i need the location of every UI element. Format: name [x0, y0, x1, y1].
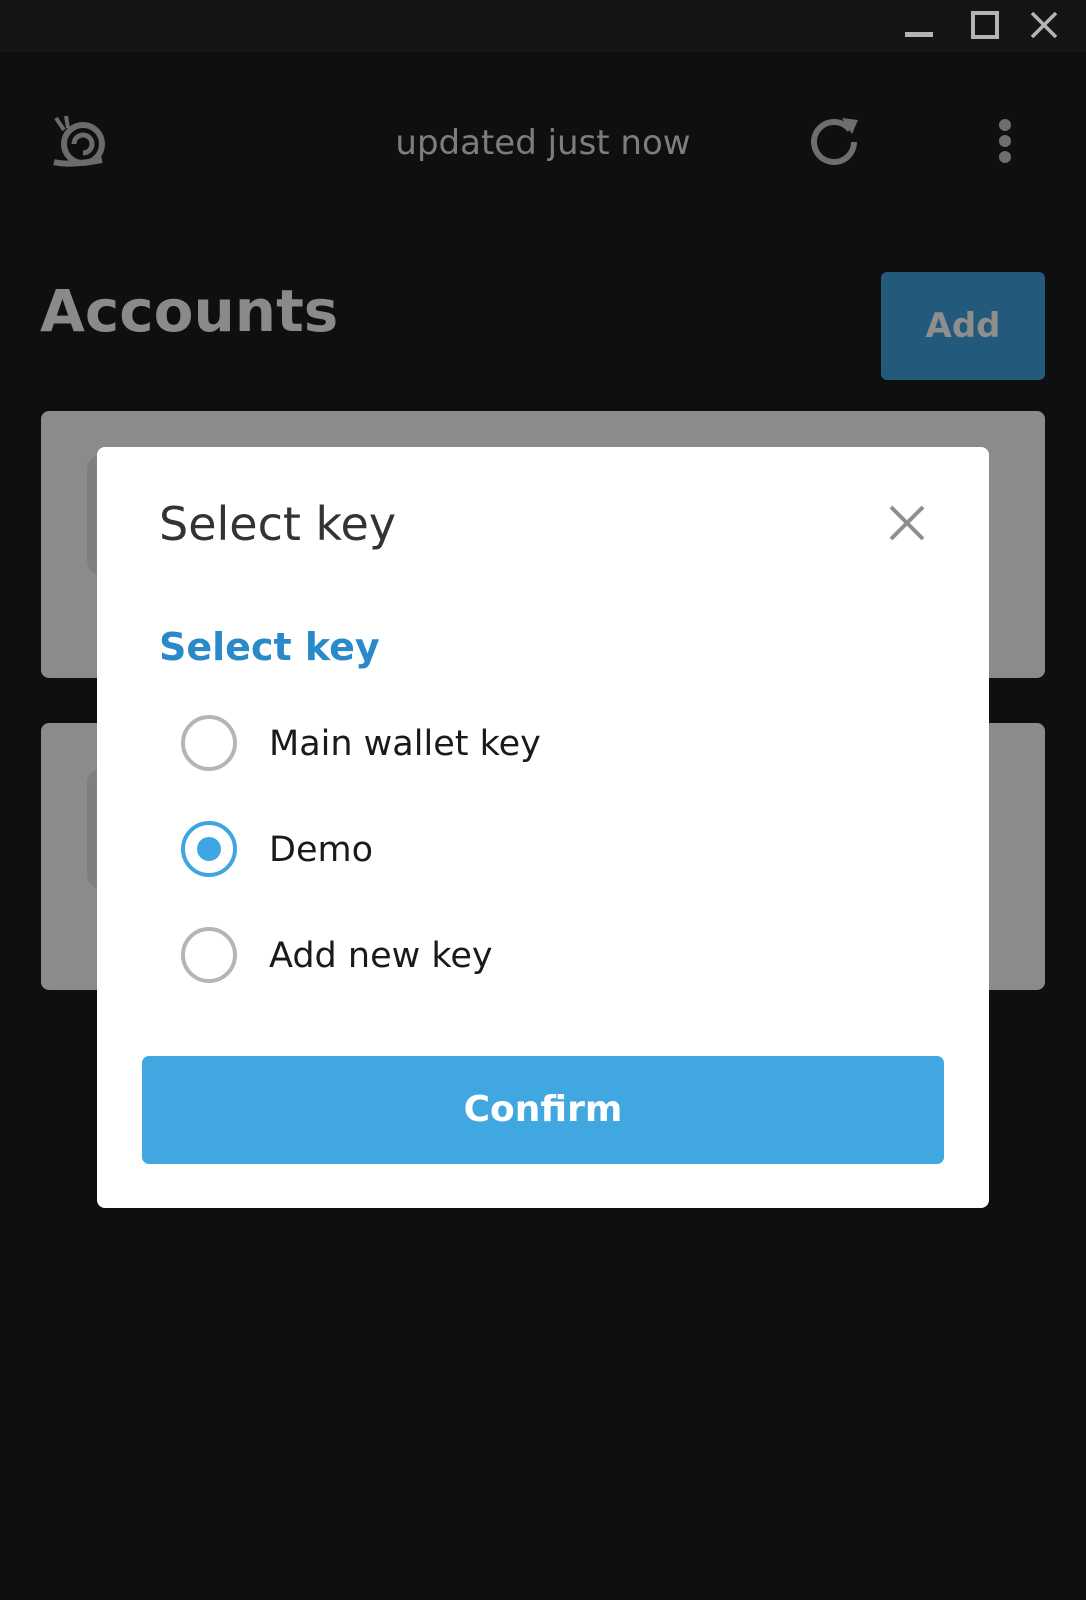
update-status: updated just now	[395, 123, 691, 163]
radio-button-selected[interactable]	[181, 821, 237, 877]
select-key-label: Select key	[159, 625, 380, 669]
key-option-demo[interactable]: Demo	[181, 821, 881, 885]
close-icon	[889, 505, 925, 541]
key-option-label: Demo	[269, 830, 373, 870]
more-menu-button[interactable]	[985, 112, 1025, 168]
radio-button[interactable]	[181, 927, 237, 983]
confirm-button[interactable]: Confirm	[142, 1056, 944, 1164]
radio-button[interactable]	[181, 715, 237, 771]
more-vertical-icon	[999, 119, 1011, 163]
refresh-icon	[811, 118, 858, 165]
close-window-button[interactable]	[1024, 0, 1084, 52]
dialog-title: Select key	[159, 497, 397, 551]
snail-logo-icon	[53, 115, 105, 167]
maximize-icon	[971, 11, 999, 39]
key-option-label: Main wallet key	[269, 724, 541, 764]
refresh-button[interactable]	[806, 112, 862, 168]
window-titlebar	[0, 0, 1086, 52]
minimize-icon	[905, 32, 933, 37]
app-logo	[50, 114, 108, 170]
page-title: Accounts	[40, 277, 339, 345]
select-key-dialog: Select key Select key Main wallet key De…	[97, 447, 989, 1208]
key-option-main-wallet[interactable]: Main wallet key	[181, 715, 881, 779]
add-account-button[interactable]: Add	[881, 272, 1045, 380]
maximize-button[interactable]	[955, 0, 1015, 52]
key-option-add-new[interactable]: Add new key	[181, 927, 881, 991]
key-option-label: Add new key	[269, 936, 493, 976]
dialog-close-button[interactable]	[883, 499, 931, 547]
minimize-button[interactable]	[888, 0, 948, 52]
close-icon	[1030, 11, 1058, 39]
